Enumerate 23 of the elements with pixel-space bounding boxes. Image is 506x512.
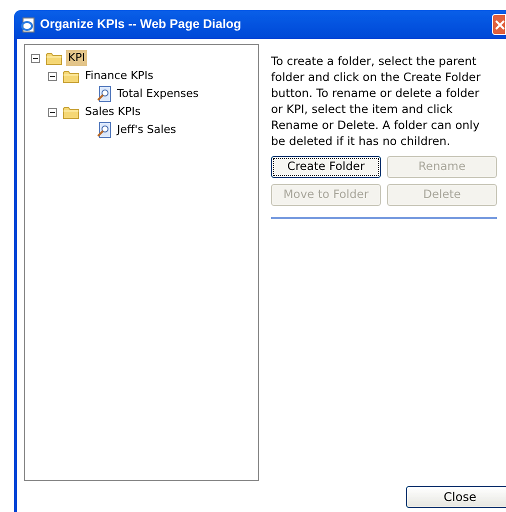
collapse-toggle[interactable] <box>48 108 57 116</box>
window-title: Organize KPIs -- Web Page Dialog <box>40 16 242 34</box>
tree-item[interactable]: KPI <box>66 50 88 66</box>
instructions-text: To create a folder, select the parent folder and click on the Create Folder button. To rename or delete a folder or KPI, select the item and click Rename or Delete. A folder can only be deleted if it has no children. <box>271 53 482 149</box>
tree-item[interactable]: Total Expenses <box>115 86 201 102</box>
close-dialog-button[interactable]: Close <box>406 486 506 508</box>
tree-item[interactable]: Finance KPIs <box>83 68 156 84</box>
collapse-toggle[interactable] <box>48 72 57 80</box>
folder-icon <box>46 52 62 64</box>
collapse-toggle[interactable] <box>31 54 40 62</box>
document-magnifier-icon <box>97 122 111 138</box>
document-magnifier-icon <box>97 86 111 102</box>
minus-icon <box>33 56 38 60</box>
tree-item[interactable]: Sales KPIs <box>83 104 143 120</box>
folder-icon <box>63 106 79 118</box>
minus-icon <box>50 74 55 78</box>
action-button[interactable]: Create Folder <box>271 156 381 178</box>
minus-icon <box>50 110 55 114</box>
close-icon <box>495 20 505 30</box>
close-button[interactable] <box>492 14 506 35</box>
tree-item[interactable]: Jeff's Sales <box>115 122 178 138</box>
folder-icon <box>63 70 79 82</box>
browser-page-icon <box>20 16 36 32</box>
